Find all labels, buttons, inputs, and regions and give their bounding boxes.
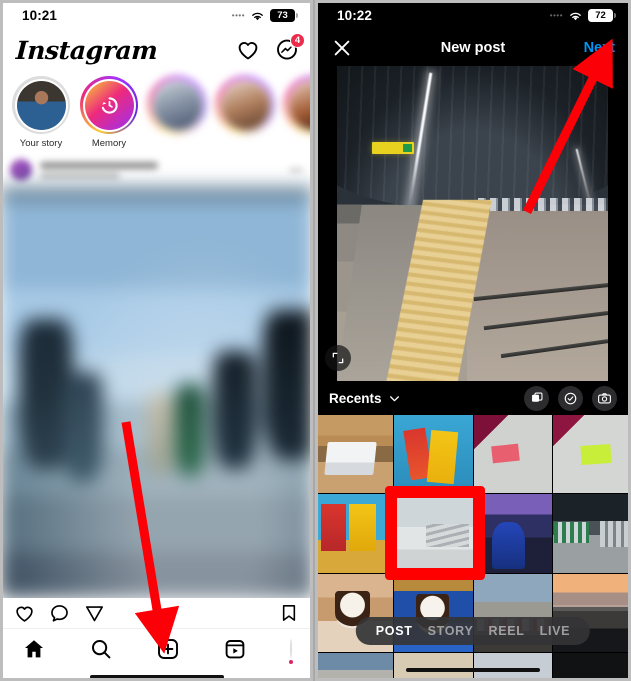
wifi-icon [252,12,263,20]
share-paperplane-icon[interactable] [84,603,105,624]
stories-tray[interactable]: Your story Memory [0,70,313,153]
mode-story[interactable]: STORY [428,624,474,638]
bookmark-icon[interactable] [279,603,299,623]
right-phone-new-post: 10:22 •••• 72 New post Next Recents POST… [315,0,631,681]
status-time: 10:22 [337,7,373,23]
station-sign [372,141,415,154]
album-label: Recents [329,390,382,406]
gallery-item[interactable] [315,415,394,494]
avatar [220,80,270,130]
story-label: Your story [19,138,63,149]
multi-select-button[interactable] [524,385,549,411]
heart-icon[interactable] [236,38,260,62]
screenshot-root: 10:21 •••• 73 Instagram 4 Your story Mem… [0,0,631,681]
reels-icon[interactable] [223,637,247,661]
memory-clock-icon [101,96,118,114]
feed-post-header [0,153,313,187]
tab-profile[interactable] [288,638,293,664]
gallery-item[interactable] [552,494,631,573]
expand-button[interactable] [325,345,351,371]
mode-live[interactable]: LIVE [540,624,571,638]
heart-icon[interactable] [14,603,35,624]
comment-icon[interactable] [49,603,70,624]
gallery-item[interactable] [552,415,631,494]
camera-icon[interactable] [597,391,612,406]
feed-post-actions [0,598,313,628]
signal-dots-icon: •••• [231,10,245,20]
profile-activity-dot [288,659,293,664]
tab-create-plus-button[interactable] [156,637,180,661]
tab-search[interactable] [89,637,113,661]
home-indicator [315,659,631,681]
album-selector[interactable]: Recents [329,391,401,406]
battery-indicator: 72 [588,8,616,22]
bottom-tab-bar[interactable] [0,628,313,668]
signal-dots-icon: •••• [549,10,563,20]
expand-arrows-icon[interactable] [331,351,345,365]
left-status-bar: 10:21 •••• 73 [0,0,313,30]
messenger-button[interactable]: 4 [275,33,305,62]
instagram-logo: Instagram [15,35,159,65]
left-phone-instagram-feed: 10:21 •••• 73 Instagram 4 Your story Mem… [0,0,315,681]
gallery-item-selected[interactable] [394,494,473,573]
gallery-item[interactable] [315,494,394,573]
gallery-album-bar: Recents [315,381,631,415]
feed-post-image[interactable] [0,187,313,598]
mode-post[interactable]: POST [376,624,413,638]
feed-post-more-icon[interactable] [289,168,303,172]
plus-square-icon[interactable] [156,637,180,661]
profile-avatar[interactable] [289,638,292,658]
search-icon[interactable] [89,637,113,661]
story-user-2[interactable] [214,76,276,149]
story-memory[interactable]: Memory [78,76,140,149]
gallery-item[interactable] [394,415,473,494]
messenger-badge: 4 [290,33,305,48]
multi-select-icon[interactable] [530,391,544,405]
checkmark-circle-icon[interactable] [563,391,578,406]
new-post-nav-bar: New post Next [315,30,631,66]
carousel-dots [150,611,163,615]
right-status-bar: 10:22 •••• 72 [315,0,631,30]
tab-home[interactable] [22,637,46,661]
preview-image-metro-platform [337,66,608,381]
tab-reels[interactable] [223,637,247,661]
feed-post[interactable] [0,153,313,598]
story-user-3[interactable] [282,76,313,149]
avatar [16,80,66,130]
chevron-down-icon[interactable] [388,392,401,405]
home-icon[interactable] [22,637,46,661]
story-your-story[interactable]: Your story [10,76,72,149]
camera-button[interactable] [592,385,617,411]
home-indicator [0,668,313,681]
close-icon[interactable] [331,37,353,59]
status-time: 10:21 [22,7,58,23]
feed-post-avatar [10,159,32,181]
battery-indicator: 73 [270,8,298,22]
story-user-1[interactable] [146,76,208,149]
boomerang-button[interactable] [558,385,583,411]
next-button[interactable]: Next [584,40,615,56]
instagram-header: Instagram 4 [0,30,313,70]
photo-preview[interactable] [315,66,631,381]
avatar [288,80,313,130]
mode-selector[interactable]: POST STORY REEL LIVE [355,617,591,645]
gallery-item[interactable] [473,494,552,573]
story-label: Memory [91,138,127,149]
avatar [152,80,202,130]
gallery-item[interactable] [473,415,552,494]
wifi-icon [570,12,581,20]
mode-reel[interactable]: REEL [488,624,524,638]
